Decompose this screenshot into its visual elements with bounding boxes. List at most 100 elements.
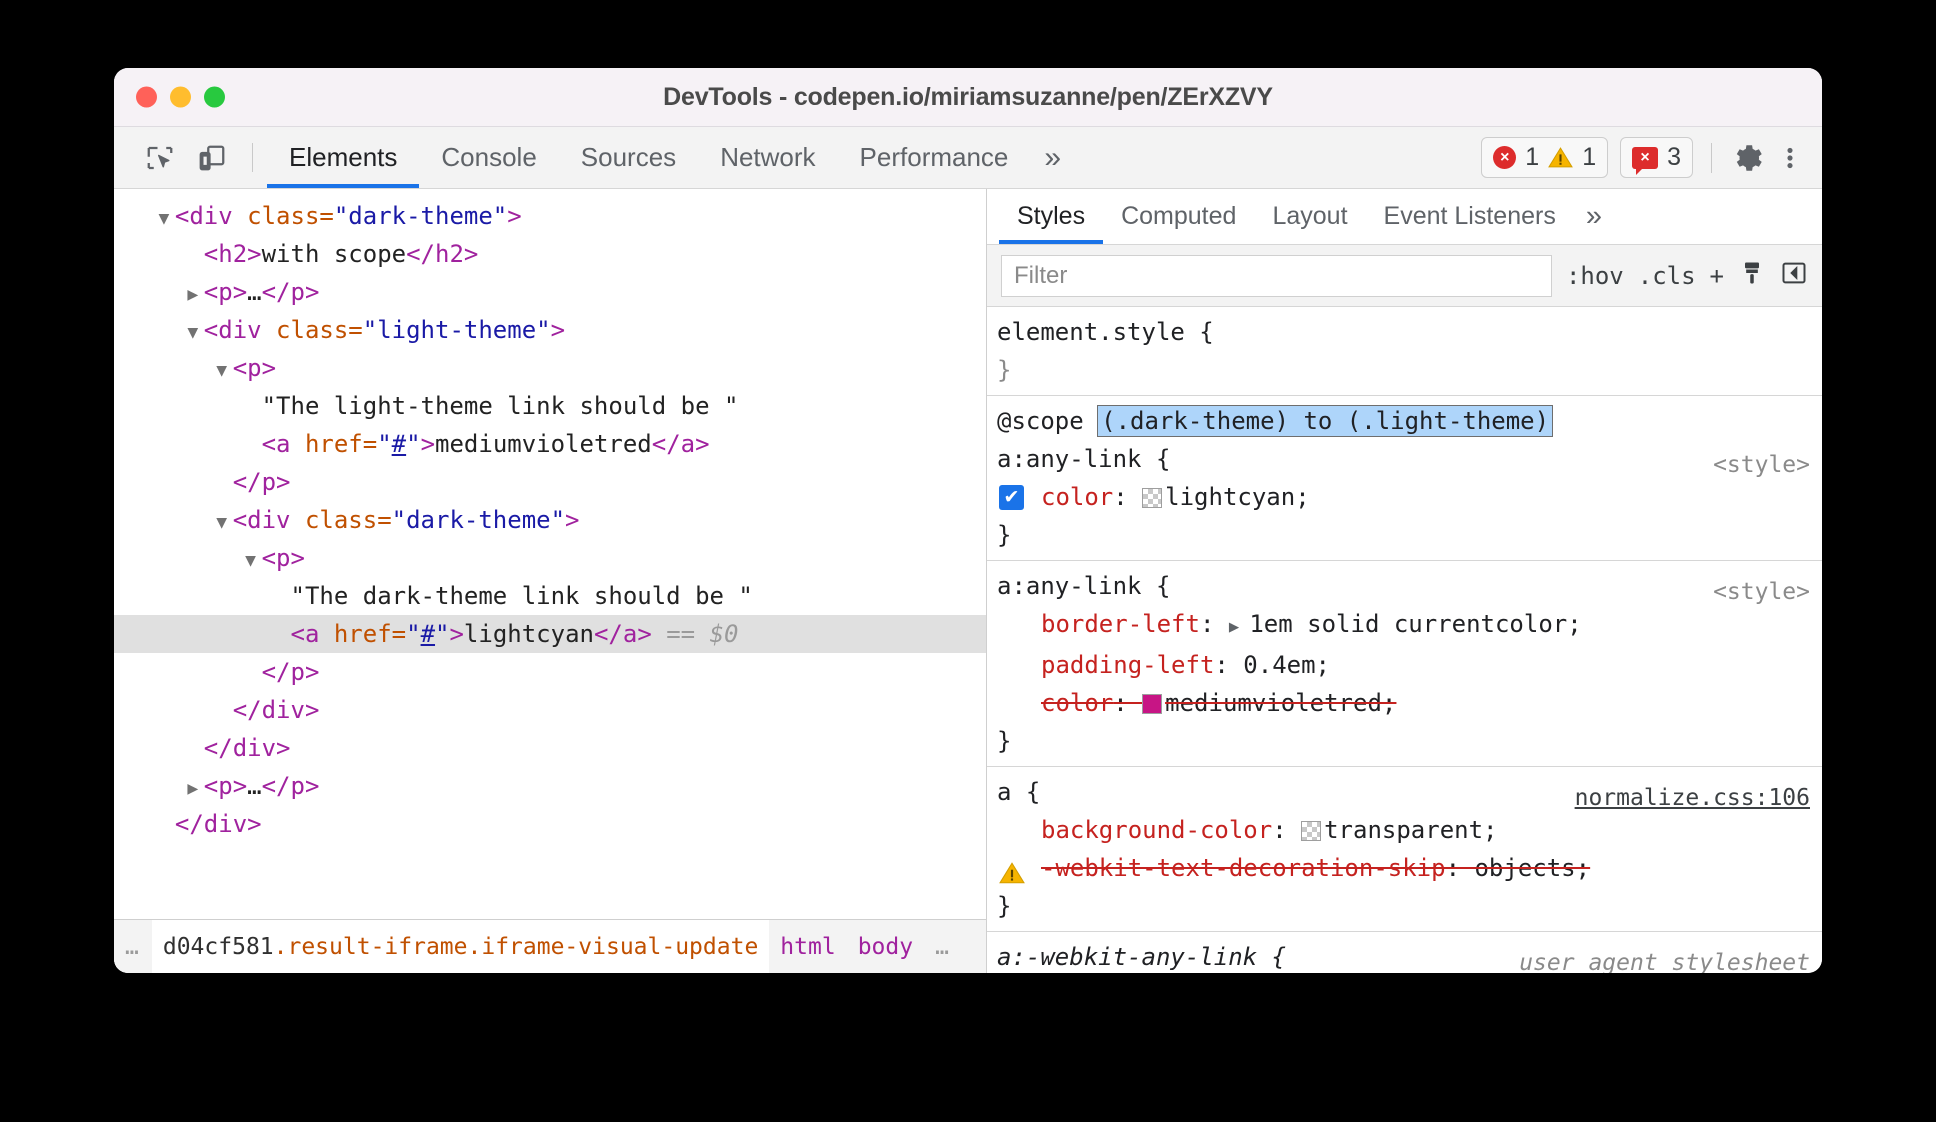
css-property-name[interactable]: border-left [1041,610,1200,638]
tab-computed[interactable]: Computed [1103,189,1254,244]
shorthand-expand-arrow-icon[interactable]: ▶ [1229,617,1249,637]
css-selector[interactable]: a:-webkit-any-link { [997,943,1286,971]
breadcrumb-item[interactable]: d04cf581 .result-iframe.iframe-visual-upd… [151,920,770,973]
declaration-enabled-checkbox[interactable]: ✔ [999,485,1024,510]
css-selector-line[interactable]: a:-webkit-any-link {user agent styleshee… [987,938,1822,973]
css-rule[interactable]: a:any-link {<style> border-left: ▶ 1em so… [987,561,1822,767]
dom-node[interactable]: <p>…</p> [114,273,986,311]
console-counters-badge[interactable]: × 1 1 [1481,137,1609,178]
expand-triangle-down-icon[interactable] [240,542,262,580]
dom-tree[interactable]: <div class="dark-theme"> <h2>with scope<… [114,189,986,919]
settings-gear-icon[interactable] [1730,141,1764,175]
dom-node[interactable]: <div class="dark-theme"> [114,501,986,539]
new-style-rule-button[interactable]: + [1710,262,1724,290]
expand-triangle-right-icon[interactable] [182,276,204,314]
color-swatch[interactable] [1142,694,1163,714]
color-swatch[interactable] [1142,488,1163,508]
dom-breadcrumb-bar[interactable]: … d04cf581 .result-iframe.iframe-visual-up… [114,919,986,973]
css-declaration[interactable]: -webkit-text-decoration-skip: objects; [987,849,1822,887]
dom-node[interactable]: </div> [114,805,986,843]
more-sidebar-tabs-chevron-icon[interactable]: » [1574,189,1614,244]
css-selector[interactable]: a:any-link { [997,572,1170,600]
breadcrumb-overflow-right[interactable]: … [924,934,962,960]
css-selector-line[interactable]: a:any-link {<style> [987,567,1822,605]
css-property-name[interactable]: padding-left [1041,651,1214,679]
css-rule[interactable]: a:-webkit-any-link {user agent styleshee… [987,932,1822,973]
tab-styles[interactable]: Styles [999,189,1104,244]
css-property-value[interactable]: lightcyan; [1165,483,1310,511]
color-swatch[interactable] [1301,821,1322,841]
tab-performance[interactable]: Performance [838,127,1031,188]
css-rule[interactable]: a {normalize.css:106 background-color: tr… [987,767,1822,932]
breadcrumb-item[interactable]: body [847,934,924,960]
close-window-button[interactable] [136,86,157,108]
css-property-name[interactable]: color [1041,483,1113,511]
breadcrumb-item[interactable]: html [769,934,846,960]
css-declaration[interactable]: color: mediumvioletred; [987,684,1822,722]
css-selector[interactable]: element.style { [997,318,1214,346]
paintbrush-icon[interactable] [1738,259,1766,293]
minimize-window-button[interactable] [170,86,191,108]
more-panels-chevron-icon[interactable]: » [1030,127,1075,188]
at-scope-prelude-highlighted[interactable]: (.dark-theme) to (.light-theme) [1097,405,1554,437]
css-declaration[interactable]: background-color: transparent; [987,811,1822,849]
css-property-name[interactable]: color [1041,689,1113,717]
css-property-value[interactable]: 1em solid currentcolor; [1249,610,1581,638]
tab-console[interactable]: Console [419,127,558,188]
at-scope-line[interactable]: @scope (.dark-theme) to (.light-theme) [987,402,1822,440]
dom-token-lnk[interactable]: # [392,430,406,458]
dom-node[interactable]: <a href="#">mediumvioletred</a> [114,425,986,463]
css-rule[interactable]: @scope (.dark-theme) to (.light-theme) a:… [987,396,1822,561]
css-property-value[interactable]: mediumvioletred; [1165,689,1396,717]
css-selector-line[interactable]: a:any-link {<style> [987,440,1822,478]
issues-badge[interactable]: × 3 [1620,137,1693,178]
css-declaration[interactable]: ✔ color: lightcyan; [987,478,1822,516]
css-declaration[interactable]: padding-left: 0.4em; [987,646,1822,684]
inspect-element-icon[interactable] [134,127,186,188]
dom-node[interactable]: <h2>with scope</h2> [114,235,986,273]
toggle-element-classes-button[interactable]: .cls [1638,262,1696,290]
expand-triangle-down-icon[interactable] [182,314,204,352]
expand-triangle-down-icon[interactable] [211,352,233,390]
css-property-value[interactable]: 0.4em; [1243,651,1330,679]
maximize-window-button[interactable] [204,86,225,108]
tab-elements[interactable]: Elements [267,127,420,188]
tab-network[interactable]: Network [698,127,837,188]
css-selector-line[interactable]: a {normalize.css:106 [987,773,1822,811]
dom-node[interactable]: </div> [114,729,986,767]
css-property-name[interactable]: background-color [1041,816,1272,844]
dom-node[interactable]: </div> [114,691,986,729]
css-rules-list[interactable]: element.style {} @scope (.dark-theme) to … [987,307,1822,973]
tab-layout[interactable]: Layout [1254,189,1365,244]
css-rule[interactable]: element.style {} [987,307,1822,396]
dom-node[interactable]: "The dark-theme link should be " [114,577,986,615]
dom-node[interactable]: </p> [114,463,986,501]
dom-node-selected[interactable]: <a href="#">lightcyan</a> == $0 [114,615,986,653]
expand-triangle-down-icon[interactable] [153,200,175,238]
device-toolbar-icon[interactable] [186,127,238,188]
expand-triangle-down-icon[interactable] [211,504,233,542]
css-selector[interactable]: a { [997,778,1040,806]
devtools-menu-kebab-icon[interactable] [1776,141,1804,175]
toggle-hover-state-button[interactable]: :hov [1566,262,1624,290]
dom-node[interactable]: "The light-theme link should be " [114,387,986,425]
css-property-value[interactable]: transparent; [1324,816,1497,844]
breadcrumb-overflow-left[interactable]: … [114,934,152,960]
css-property-value[interactable]: objects; [1474,854,1590,882]
css-selector[interactable]: a:any-link { [997,445,1170,473]
dom-node[interactable]: <p>…</p> [114,767,986,805]
styles-filter-input[interactable]: Filter [1001,254,1552,297]
dom-node[interactable]: <p> [114,539,986,577]
dom-token-lnk[interactable]: # [421,620,435,648]
css-property-name[interactable]: -webkit-text-decoration-skip [1041,854,1446,882]
dom-node[interactable]: <p> [114,349,986,387]
css-declaration[interactable]: border-left: ▶ 1em solid currentcolor; [987,605,1822,646]
dom-node[interactable]: <div class="dark-theme"> [114,197,986,235]
dom-node[interactable]: </p> [114,653,986,691]
tab-event-listeners[interactable]: Event Listeners [1366,189,1574,244]
css-selector-line[interactable]: element.style { [987,313,1822,351]
expand-triangle-right-icon[interactable] [182,770,204,808]
dom-node[interactable]: <div class="light-theme"> [114,311,986,349]
tab-sources[interactable]: Sources [559,127,698,188]
sidebar-toggle-icon[interactable] [1780,259,1808,293]
